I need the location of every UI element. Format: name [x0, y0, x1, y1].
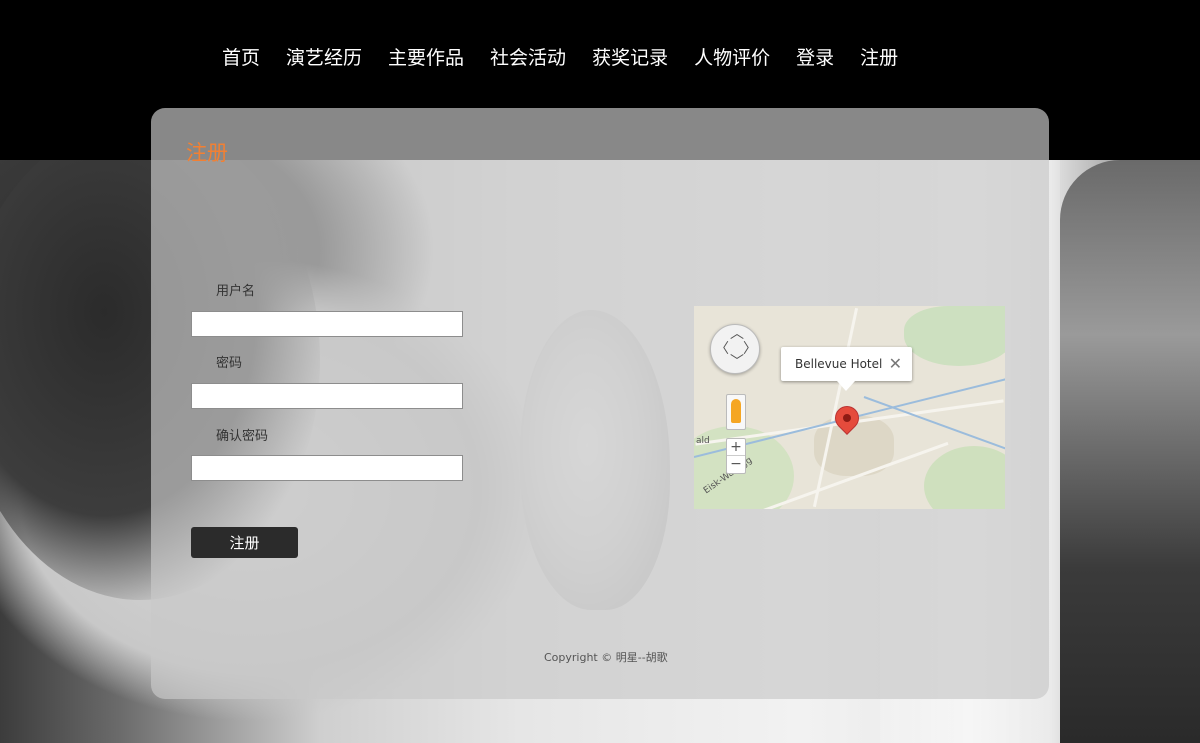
map-pan-control[interactable]: ︿ 〈 〉 ﹀ — [710, 324, 760, 374]
person-right-shape — [1060, 160, 1200, 743]
map-park-area — [904, 306, 1005, 366]
page-title: 注册 — [186, 141, 228, 165]
pan-down-icon[interactable]: ﹀ — [730, 355, 744, 369]
username-input[interactable] — [191, 311, 463, 337]
main-nav: 首页 演艺经历 主要作品 社会活动 获奖记录 人物评价 登录 注册 — [222, 44, 898, 72]
map-park-area — [924, 446, 1005, 509]
password-input[interactable] — [191, 383, 463, 409]
map-info-window: Bellevue Hotel ✕ — [781, 347, 912, 391]
nav-home[interactable]: 首页 — [222, 44, 260, 72]
pan-up-icon[interactable]: ︿ — [730, 327, 744, 341]
nav-awards[interactable]: 获奖记录 — [592, 44, 668, 72]
confirm-password-label: 确认密码 — [216, 429, 269, 444]
info-window-title: Bellevue Hotel — [795, 357, 883, 371]
nav-activities[interactable]: 社会活动 — [490, 44, 566, 72]
username-label: 用户名 — [216, 284, 256, 299]
zoom-in-button[interactable]: + — [727, 439, 745, 455]
nav-register[interactable]: 注册 — [860, 44, 898, 72]
close-icon[interactable]: ✕ — [889, 347, 902, 381]
map-zoom-control: + − — [726, 438, 746, 474]
confirm-password-input[interactable] — [191, 455, 463, 481]
street-view-pegman-icon[interactable] — [726, 394, 746, 430]
nav-login[interactable]: 登录 — [796, 44, 834, 72]
nav-career[interactable]: 演艺经历 — [286, 44, 362, 72]
register-button[interactable]: 注册 — [191, 527, 298, 558]
password-label: 密码 — [216, 356, 243, 371]
nav-reviews[interactable]: 人物评价 — [694, 44, 770, 72]
map-widget[interactable]: ald Eisk-Wallegg ︿ 〈 〉 ﹀ + − Bellevue Ho… — [694, 306, 1005, 509]
copyright-text: Copyright © 明星--胡歌 — [544, 651, 668, 664]
pan-right-icon[interactable]: 〉 — [743, 342, 757, 356]
zoom-out-button[interactable]: − — [727, 456, 745, 472]
nav-works[interactable]: 主要作品 — [388, 44, 464, 72]
map-place-label: ald — [696, 436, 710, 446]
pan-left-icon[interactable]: 〈 — [715, 342, 729, 356]
register-panel: 注册 用户名 密码 确认密码 注册 ald Eisk-Wallegg ︿ 〈 〉… — [151, 108, 1049, 699]
